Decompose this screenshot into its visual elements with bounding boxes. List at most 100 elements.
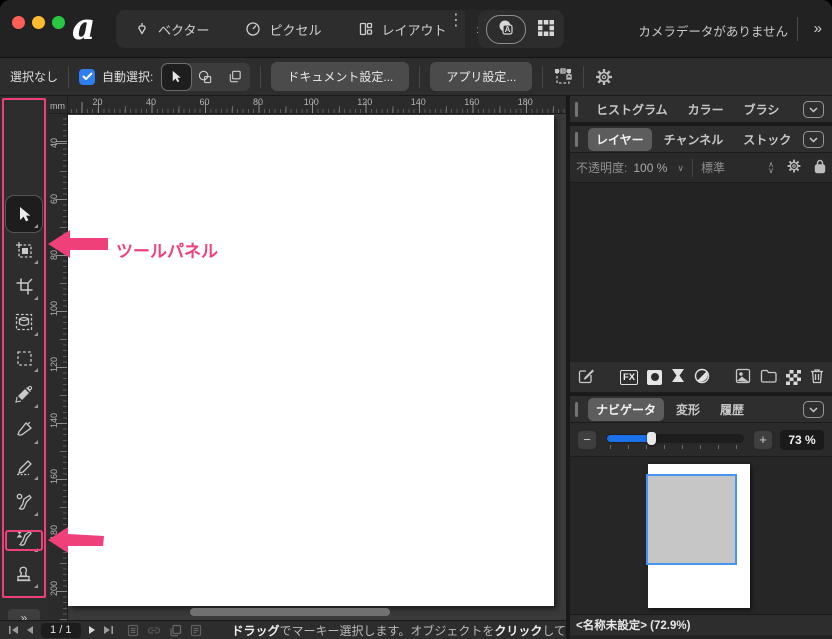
ruler-label: 180 <box>49 530 59 540</box>
toolbar-menu-dots-icon[interactable]: ⋮ <box>448 17 464 25</box>
snapping-options-icon[interactable] <box>553 67 573 87</box>
select-group-mode-button[interactable] <box>220 64 249 90</box>
next-page-button[interactable] <box>88 625 97 635</box>
new-mask-checker-icon[interactable] <box>786 370 801 385</box>
move-tool[interactable] <box>6 196 42 232</box>
edit-layer-icon[interactable] <box>578 367 595 387</box>
zoom-in-button[interactable]: + <box>754 431 772 449</box>
ruler-label: 140 <box>49 418 59 428</box>
persona-layout[interactable]: レイアウト <box>340 10 465 48</box>
panel-drag-handle[interactable] <box>575 402 578 417</box>
assistant-toggle-button[interactable]: A <box>486 15 526 44</box>
toolbar-overflow-chevron-icon[interactable]: » <box>814 20 822 37</box>
tab-stock[interactable]: ストック <box>735 128 799 151</box>
panel-drag-handle[interactable] <box>575 132 578 147</box>
blend-mode-dropdown[interactable]: 標準 <box>701 159 768 176</box>
ruler-label: 60 <box>49 194 59 204</box>
last-page-button[interactable] <box>103 625 114 635</box>
opacity-value-dropdown[interactable]: 100 % <box>633 161 667 175</box>
zoom-slider-handle[interactable] <box>647 432 656 445</box>
document-status-row: <名称未設定> (72.9%) <box>570 614 832 635</box>
navigator-preview[interactable] <box>570 457 832 614</box>
previous-page-button[interactable] <box>25 625 34 635</box>
frame-select-tool[interactable] <box>6 232 42 268</box>
title-bar: a ベクター ピクセル <box>0 0 832 58</box>
affinity-app-window: a ベクター ピクセル <box>0 0 832 639</box>
tab-histogram[interactable]: ヒストグラム <box>588 98 676 121</box>
window-minimize-button[interactable] <box>32 16 45 29</box>
select-cursor-mode-button[interactable] <box>162 64 191 90</box>
auto-select-checkbox[interactable] <box>79 69 95 85</box>
marquee-select-tool[interactable] <box>6 340 42 376</box>
ruler-label: 160 <box>49 474 59 484</box>
pixel-persona-icon <box>245 21 261 37</box>
document-settings-button[interactable]: ドキュメント設定... <box>271 62 409 91</box>
crop-tool[interactable] <box>6 268 42 304</box>
canvas-area[interactable]: mm 20 40 60 80 100 120 140 160 180 40 60… <box>48 96 566 620</box>
selection-brush-tool[interactable] <box>6 376 42 412</box>
paint-brush-tool[interactable] <box>6 412 42 448</box>
panel-collapse-button[interactable] <box>803 131 824 148</box>
gear-icon[interactable] <box>594 67 614 87</box>
zoom-percentage-field[interactable]: 73 % <box>780 430 824 450</box>
navigator-viewport-rect[interactable] <box>646 474 737 565</box>
chevron-up-down-icon[interactable]: ∧∨ <box>768 162 774 174</box>
ruler-label: 80 <box>253 97 263 107</box>
app-settings-button[interactable]: アプリ設定... <box>430 62 532 91</box>
studio-panels: ヒストグラム カラー ブラシ レイヤー チャンネル ストック 不透明度: 100… <box>570 96 832 639</box>
ruler-label: 40 <box>49 138 59 148</box>
selection-status: 選択なし <box>10 68 58 85</box>
zoom-slider[interactable] <box>606 431 744 449</box>
document-status: <名称未設定> (72.9%) <box>576 617 690 633</box>
persona-vector[interactable]: ベクター <box>116 10 227 48</box>
document-page[interactable] <box>68 115 554 606</box>
zoom-out-button[interactable]: − <box>578 431 596 449</box>
svg-text:A: A <box>505 25 511 34</box>
ruler-unit-corner[interactable]: mm <box>48 96 68 114</box>
tab-layers[interactable]: レイヤー <box>588 128 652 151</box>
horizontal-scrollbar[interactable] <box>190 608 390 616</box>
layers-list-empty[interactable] <box>570 183 832 362</box>
first-page-button[interactable] <box>8 625 19 635</box>
tab-navigator[interactable]: ナビゲータ <box>588 398 664 421</box>
affinity-logo: a <box>72 6 95 48</box>
color-replacement-brush-tool[interactable] <box>6 484 42 520</box>
pixel-tool[interactable] <box>6 448 42 484</box>
select-object-mode-button[interactable] <box>191 64 220 90</box>
chevron-down-icon <box>809 137 818 143</box>
tab-brush[interactable]: ブラシ <box>736 98 788 121</box>
lock-icon[interactable] <box>814 159 826 177</box>
panel-collapse-button[interactable] <box>803 401 824 418</box>
panel-collapse-button[interactable] <box>803 101 824 118</box>
mesh-warp-tool[interactable] <box>6 304 42 340</box>
duplicate-page-icon[interactable] <box>169 624 182 637</box>
window-close-button[interactable] <box>12 16 25 29</box>
histogram-panel-header: ヒストグラム カラー ブラシ <box>570 96 832 123</box>
window-zoom-button[interactable] <box>52 16 65 29</box>
gear-icon[interactable] <box>786 158 802 177</box>
undo-brush-tool[interactable] <box>6 520 42 556</box>
layer-effects-icon[interactable]: FX <box>620 370 638 385</box>
auto-select-control: 自動選択: <box>79 68 161 85</box>
persona-pixel[interactable]: ピクセル <box>227 10 339 48</box>
new-image-layer-icon[interactable] <box>735 368 751 387</box>
check-icon <box>82 72 93 81</box>
clone-stamp-tool[interactable] <box>6 556 42 592</box>
live-filter-icon[interactable] <box>694 368 710 387</box>
pages-list-icon[interactable] <box>127 624 139 637</box>
new-group-folder-icon[interactable] <box>760 369 777 386</box>
mask-layer-icon[interactable] <box>647 370 662 385</box>
studio-grid-icon[interactable] <box>536 18 556 41</box>
panel-drag-handle[interactable] <box>575 102 578 117</box>
divider <box>797 17 798 41</box>
tab-transform[interactable]: 変形 <box>668 398 708 421</box>
chevron-down-icon[interactable]: ∨ <box>677 163 684 174</box>
notes-icon[interactable] <box>190 624 202 637</box>
tab-color[interactable]: カラー <box>680 98 732 121</box>
page-indicator-field[interactable]: 1 / 1 <box>41 623 81 638</box>
adjustment-layer-icon[interactable] <box>671 368 685 386</box>
link-icon[interactable] <box>147 625 161 635</box>
tab-history[interactable]: 履歴 <box>712 398 752 421</box>
tab-channels[interactable]: チャンネル <box>656 128 732 151</box>
trash-icon[interactable] <box>810 368 824 387</box>
